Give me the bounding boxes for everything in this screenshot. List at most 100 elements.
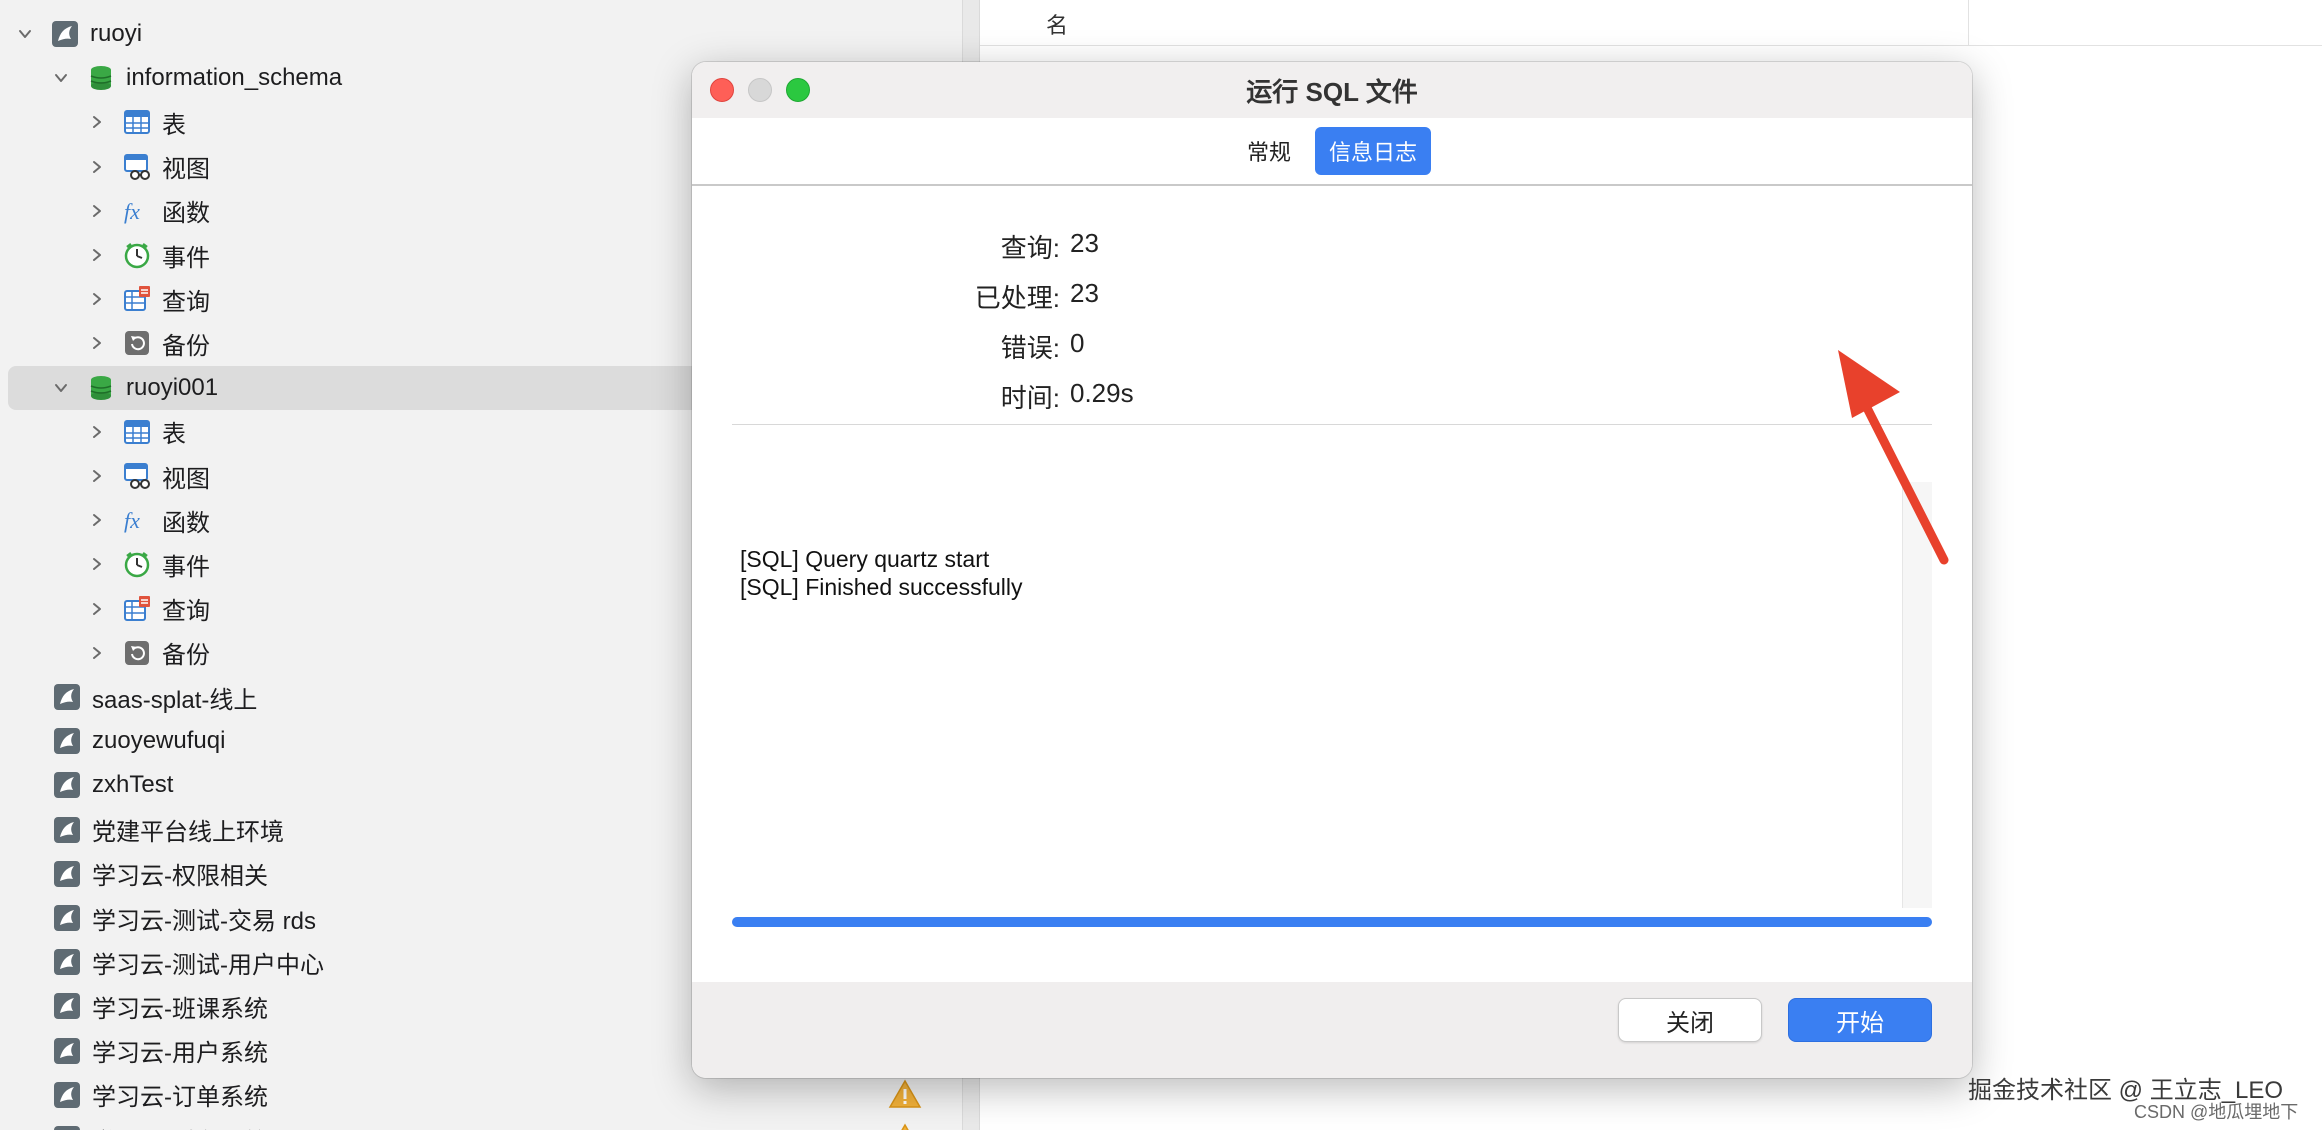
sidebar-tree-item[interactable]: 学习云-财务系统 <box>0 1117 962 1130</box>
stat-value-queries: 23 <box>1070 228 1099 258</box>
dolphin-connection-icon <box>52 991 82 1021</box>
info-log-textarea[interactable]: [SQL] Query quartz start [SQL] Finished … <box>740 482 1930 908</box>
sidebar-tree-item-label: zxhTest <box>92 771 174 799</box>
tab-general[interactable]: 常规 <box>1233 127 1305 175</box>
sidebar-tree-item-label: 学习云-班课系统 <box>92 995 268 1023</box>
sidebar-tree-item-label: 学习云-订单系统 <box>92 1084 268 1112</box>
dolphin-connection-icon <box>52 1080 82 1110</box>
stat-row-errors: 错误: 0 <box>692 324 1972 364</box>
window-zoom-button[interactable] <box>786 78 810 102</box>
backup-icon <box>122 328 152 358</box>
dialog-footer: 关闭 开始 <box>692 982 1972 1078</box>
stat-row-time: 时间: 0.29s <box>692 374 1972 414</box>
sidebar-tree-item[interactable]: ruoyi <box>0 12 962 56</box>
column-separator <box>1968 0 1969 46</box>
log-line: [SQL] Query quartz start <box>740 546 990 572</box>
stat-value-time: 0.29s <box>1070 378 1134 408</box>
close-button[interactable]: 关闭 <box>1618 998 1762 1042</box>
dolphin-connection-icon <box>52 682 82 712</box>
function-icon: fx <box>122 196 152 226</box>
sidebar-tree-item-label: 查询 <box>162 288 210 316</box>
dolphin-connection-icon <box>52 770 82 800</box>
chevron-right-icon[interactable] <box>86 200 108 222</box>
stat-label-errors: 错误: <box>1000 333 1060 363</box>
run-sql-file-dialog: 运行 SQL 文件 常规 信息日志 查询: 23 已处理: 23 错误: 0 时… <box>692 62 1972 1078</box>
view-icon <box>122 461 152 491</box>
function-icon: fx <box>122 505 152 535</box>
annotation-arrow-icon <box>1838 350 1949 565</box>
chevron-right-icon[interactable] <box>86 598 108 620</box>
svg-text:fx: fx <box>124 508 140 533</box>
chevron-right-icon[interactable] <box>86 509 108 531</box>
sidebar-tree-item-label: 视图 <box>162 156 210 184</box>
sidebar-tree-item-label: 学习云-用户系统 <box>92 1040 268 1068</box>
log-line: [SQL] Finished successfully <box>740 574 1023 600</box>
dolphin-connection-icon <box>52 815 82 845</box>
chevron-down-icon[interactable] <box>50 377 72 399</box>
stats-divider <box>732 424 1932 425</box>
query-icon <box>122 284 152 314</box>
stat-label-time: 时间: <box>1000 383 1060 413</box>
dolphin-connection-icon <box>52 726 82 756</box>
table-icon <box>122 417 152 447</box>
progress-bar <box>732 917 1932 927</box>
query-icon <box>122 594 152 624</box>
stat-label-queries: 查询: <box>1000 233 1060 263</box>
progress-bar-fill <box>732 917 1932 927</box>
chevron-right-icon[interactable] <box>86 156 108 178</box>
dialog-tabbar: 常规 信息日志 <box>692 118 1972 186</box>
sidebar-tree-item-label: information_schema <box>126 64 343 92</box>
dolphin-connection-icon <box>52 1036 82 1066</box>
event-clock-icon <box>122 549 152 579</box>
dolphin-connection-icon <box>52 1124 82 1130</box>
start-button[interactable]: 开始 <box>1788 998 1932 1042</box>
sidebar-tree-item-label: 视图 <box>162 465 210 493</box>
chevron-right-icon[interactable] <box>86 288 108 310</box>
dialog-titlebar: 运行 SQL 文件 <box>692 62 1972 118</box>
chevron-right-icon[interactable] <box>86 553 108 575</box>
sidebar-tree-item-label: 学习云-测试-交易 rds <box>92 907 316 935</box>
tab-info-log[interactable]: 信息日志 <box>1315 127 1432 175</box>
event-clock-icon <box>122 240 152 270</box>
sidebar-tree-item-label: ruoyi <box>90 20 143 47</box>
chevron-right-icon[interactable] <box>86 111 108 133</box>
chevron-down-icon[interactable] <box>50 67 72 89</box>
sidebar-tree-item-label: 事件 <box>162 553 210 581</box>
column-header-name[interactable]: 名 <box>1046 8 1068 40</box>
sidebar-tree-item[interactable]: 学习云-订单系统 <box>0 1073 962 1117</box>
stat-value-errors: 0 <box>1070 328 1085 358</box>
dolphin-connection-icon <box>52 859 82 889</box>
database-icon <box>86 373 116 403</box>
warning-icon <box>888 1123 922 1130</box>
stat-row-processed: 已处理: 23 <box>692 274 1972 314</box>
chevron-right-icon[interactable] <box>86 421 108 443</box>
view-icon <box>122 152 152 182</box>
window-close-button[interactable] <box>710 78 734 102</box>
chevron-right-icon[interactable] <box>86 642 108 664</box>
chevron-right-icon[interactable] <box>86 244 108 266</box>
warning-icon <box>888 1079 922 1109</box>
window-minimize-button[interactable] <box>748 78 772 102</box>
sidebar-tree-item-label: 党建平台线上环境 <box>92 819 284 847</box>
chevron-down-icon[interactable] <box>14 23 36 45</box>
dolphin-connection-icon <box>50 19 80 49</box>
dolphin-connection-icon <box>52 903 82 933</box>
chevron-right-icon[interactable] <box>86 465 108 487</box>
sidebar-tree-item-label: 查询 <box>162 598 210 626</box>
database-icon <box>86 63 116 93</box>
sidebar-tree-item-label: 学习云-测试-用户中心 <box>92 951 324 979</box>
sidebar-tree-item-label: 学习云-财务系统 <box>92 1122 268 1130</box>
chevron-right-icon[interactable] <box>86 332 108 354</box>
column-header-row: 名 <box>980 0 2322 46</box>
stat-label-processed: 已处理: <box>974 283 1060 313</box>
stat-row-queries: 查询: 23 <box>692 224 1972 264</box>
backup-icon <box>122 638 152 668</box>
sidebar-tree-item-label: 备份 <box>162 642 210 670</box>
dialog-title: 运行 SQL 文件 <box>1246 76 1418 107</box>
sidebar-tree-item-label: 事件 <box>162 244 210 272</box>
sidebar-tree-item-label: ruoyi001 <box>126 373 219 401</box>
sidebar-tree-item-label: saas-splat-线上 <box>92 686 258 714</box>
watermark-csdn: CSDN @地瓜埋地下 <box>2134 1102 2299 1122</box>
sidebar-tree-item-label: 表 <box>162 421 186 449</box>
sidebar-tree-item-label: zuoyewufuqi <box>92 727 226 755</box>
